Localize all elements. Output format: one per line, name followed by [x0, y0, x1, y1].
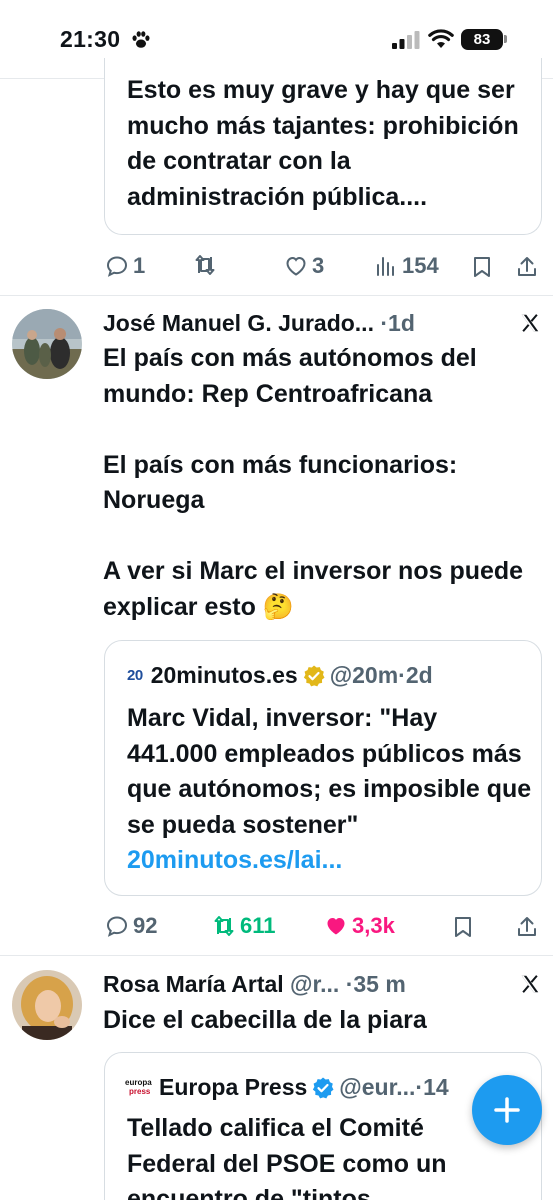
tweet-separator: ·	[380, 310, 389, 336]
divider	[0, 295, 553, 296]
retweet-button[interactable]	[193, 253, 221, 277]
avatar[interactable]	[12, 970, 82, 1040]
quote-card[interactable]: 20 20minutos.es @20m · 2d Marc Vidal, inv…	[104, 640, 542, 896]
share-icon[interactable]	[515, 255, 539, 279]
status-time: 21:30	[60, 26, 121, 52]
verified-badge-icon	[313, 1077, 334, 1098]
tweet-time[interactable]: 35 m	[353, 971, 405, 997]
author-name[interactable]: José Manuel G. Jurado...	[103, 310, 374, 336]
verified-badge-icon	[303, 665, 325, 686]
quote-time: 14	[423, 1074, 449, 1100]
divider	[0, 955, 553, 956]
20minutos-logo: 20	[127, 667, 143, 684]
x-logo-icon[interactable]	[519, 312, 541, 334]
reply-button[interactable]: 1	[105, 253, 145, 279]
wifi-icon	[428, 29, 454, 48]
quote-author-name: Europa Press	[159, 1074, 308, 1100]
tweet-header: Rosa María Artal @r... ·35 m	[103, 971, 406, 998]
tweet-time[interactable]: 1d	[388, 310, 415, 336]
views-count: 154	[402, 253, 439, 278]
tweet-text: El país con más autónomos del mundo: Rep…	[103, 344, 524, 621]
reply-count: 92	[133, 913, 158, 938]
quote-text-line: Federal del PSOE como un	[127, 1149, 447, 1178]
quote-handle: @eur...	[339, 1074, 416, 1100]
europa-press-logo: europa press	[125, 1077, 152, 1099]
retweet-button[interactable]: 611	[212, 913, 276, 939]
plus-icon	[494, 1097, 520, 1123]
battery-icon: 83	[461, 29, 503, 50]
quote-text-content: Marc Vidal, inversor: "Hay 441.000 emple…	[127, 704, 532, 839]
tweet-header: José Manuel G. Jurado... ·1d	[103, 310, 415, 337]
quote-text: Esto es muy grave y hay que ser mucho má…	[127, 76, 519, 211]
reply-count: 1	[133, 253, 146, 278]
retweet-count: 611	[240, 913, 276, 938]
quote-separator: ·	[398, 662, 406, 688]
quote-handle: @20m	[329, 662, 399, 688]
quote-link[interactable]: 20minutos.es/lai...	[127, 846, 342, 874]
compose-button[interactable]	[472, 1075, 542, 1145]
quote-text: Marc Vidal, inversor: "Hay 441.000 emple…	[127, 701, 532, 879]
bookmark-icon[interactable]	[470, 255, 494, 279]
heart-filled-icon	[327, 918, 345, 935]
like-button[interactable]: 3	[284, 253, 324, 279]
author-name[interactable]: Rosa María Artal	[103, 971, 284, 997]
bookmark-icon[interactable]	[451, 915, 475, 939]
battery-nub	[504, 35, 507, 43]
tweet-text: Dice el cabecilla de la piara	[103, 1006, 427, 1034]
logo-text-europa: europa	[125, 1077, 152, 1087]
x-logo-icon[interactable]	[519, 973, 541, 995]
paw-icon	[132, 31, 150, 48]
quote-text-line: encuentro de "tintos	[127, 1185, 371, 1200]
signal-icon	[392, 31, 420, 49]
avatar[interactable]	[12, 309, 82, 379]
retweet-icon	[214, 916, 234, 936]
quote-card-top[interactable]: Esto es muy grave y hay que ser mucho má…	[104, 58, 542, 235]
quote-time: 2d	[405, 662, 433, 688]
views-button[interactable]: 154	[374, 253, 439, 279]
like-button[interactable]: 3,3k	[324, 913, 395, 939]
quote-header: 20 20minutos.es @20m · 2d	[127, 662, 433, 689]
quote-author-name: 20minutos.es	[150, 662, 298, 688]
logo-text-press: press	[129, 1086, 151, 1096]
reply-icon	[106, 256, 128, 277]
heart-icon	[286, 256, 306, 276]
retweet-icon	[195, 255, 215, 275]
views-icon	[377, 257, 394, 276]
quote-header: europa press Europa Press @eur... · 14	[125, 1074, 449, 1101]
reply-button[interactable]: 92	[105, 913, 157, 939]
reply-icon	[106, 916, 128, 937]
author-handle[interactable]: @r...	[290, 971, 339, 997]
share-icon[interactable]	[515, 915, 539, 939]
like-count: 3	[312, 253, 325, 278]
quote-separator: ·	[415, 1074, 424, 1100]
like-count: 3,3k	[352, 913, 395, 938]
